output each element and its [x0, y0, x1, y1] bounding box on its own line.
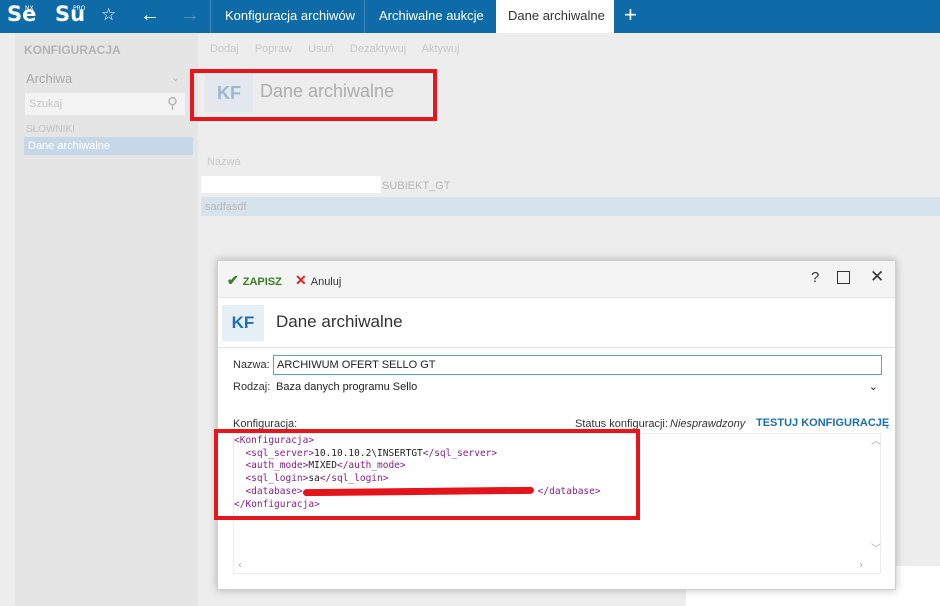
sello-logo[interactable]: Se NX	[7, 2, 36, 26]
arrow-right-icon[interactable]: →	[180, 5, 200, 25]
top-bar: Se NX Su PRO ☆ ← → Konfiguracja archiwów…	[0, 0, 940, 33]
close-x-icon: ✕	[295, 272, 307, 288]
annotation-box	[214, 429, 640, 520]
delete-button[interactable]: Usuń	[308, 43, 334, 55]
dialog-title: Dane archiwalne	[276, 312, 403, 331]
sidebar-title: KONFIGURACJA	[24, 43, 121, 57]
logo-se-sup: NX	[25, 5, 34, 12]
scroll-right-icon[interactable]: ›	[858, 560, 864, 573]
kf-badge: KF	[222, 305, 264, 341]
row-name: sadfasdf	[205, 201, 247, 213]
kind-label: Rodzaj:	[233, 381, 271, 393]
sidebar-category: SŁOWNIKI	[26, 124, 75, 135]
scroll-left-icon[interactable]: ‹	[237, 560, 243, 573]
kind-select[interactable]: Baza danych programu Sello ⌄	[273, 378, 882, 397]
scroll-down-icon[interactable]: ﹀	[871, 544, 881, 557]
kind-value: Baza danych programu Sello	[276, 381, 418, 393]
column-header-name[interactable]: Nazwa	[207, 156, 241, 168]
deactivate-button[interactable]: Dezaktywuj	[350, 43, 406, 55]
table-row[interactable]: sadfasdf	[201, 197, 940, 216]
tab-dane-archiwalne[interactable]: Dane archiwalne	[496, 0, 614, 33]
add-button[interactable]: Dodaj	[210, 43, 239, 55]
chevron-down-icon: ⌄	[868, 381, 878, 393]
save-button[interactable]: ✔ ZAPISZ	[227, 272, 282, 289]
name-field[interactable]	[273, 355, 882, 375]
cancel-button[interactable]: ✕ Anuluj	[295, 272, 341, 289]
cancel-label: Anuluj	[310, 276, 342, 288]
dialog-toolbar: ✔ ZAPISZ ✕ Anuluj ? ✕	[218, 261, 895, 298]
plus-icon[interactable]: +	[624, 4, 637, 26]
divider	[218, 347, 895, 348]
tab-konfiguracja-archiwow[interactable]: Konfiguracja archiwów	[210, 0, 364, 33]
row-name: SUBIEKT_GT	[382, 180, 451, 192]
arrow-left-icon[interactable]: ←	[140, 5, 160, 25]
status-value: Niesprawdzony	[670, 418, 746, 430]
search-placeholder: Szukaj	[29, 98, 63, 110]
edit-button[interactable]: Popraw	[255, 43, 292, 55]
logo-su-sup: PRO	[73, 5, 86, 12]
scroll-up-icon[interactable]: ︿	[871, 436, 881, 449]
search-input[interactable]: Szukaj ⚲	[25, 93, 185, 115]
close-icon[interactable]: ✕	[870, 267, 884, 287]
activate-button[interactable]: Aktywuj	[422, 43, 460, 55]
star-icon[interactable]: ☆	[101, 5, 116, 25]
search-icon[interactable]: ⚲	[167, 94, 178, 112]
test-config-link[interactable]: TESTUJ KONFIGURACJĘ	[756, 417, 889, 429]
save-label: ZAPISZ	[242, 276, 282, 288]
tab-archiwalne-aukcje[interactable]: Archiwalne aukcje	[364, 0, 495, 33]
subiekt-logo[interactable]: Su PRO	[55, 2, 86, 26]
edit-dialog: ✔ ZAPISZ ✕ Anuluj ? ✕ KF Dane archiwalne N…	[217, 260, 896, 590]
main-toolbar: Dodaj Popraw Usuń Dezaktywuj Aktywuj	[210, 43, 473, 55]
redacted-cell	[201, 176, 381, 193]
chevron-down-icon[interactable]: ⌄	[171, 71, 180, 84]
help-button[interactable]: ?	[811, 269, 819, 286]
table-row[interactable]: SUBIEKT_GT	[201, 176, 940, 196]
maximize-icon[interactable]	[837, 271, 850, 284]
check-icon: ✔	[227, 272, 239, 288]
annotation-box	[190, 69, 437, 121]
name-label: Nazwa:	[233, 359, 270, 371]
sidebar-group-archiwa[interactable]: Archiwa	[26, 71, 72, 86]
sidebar-item-dane-archiwalne[interactable]: Dane archiwalne	[24, 137, 193, 155]
sidebar: KONFIGURACJA Archiwa ⌄ Szukaj ⚲ SŁOWNIKI…	[15, 33, 198, 606]
